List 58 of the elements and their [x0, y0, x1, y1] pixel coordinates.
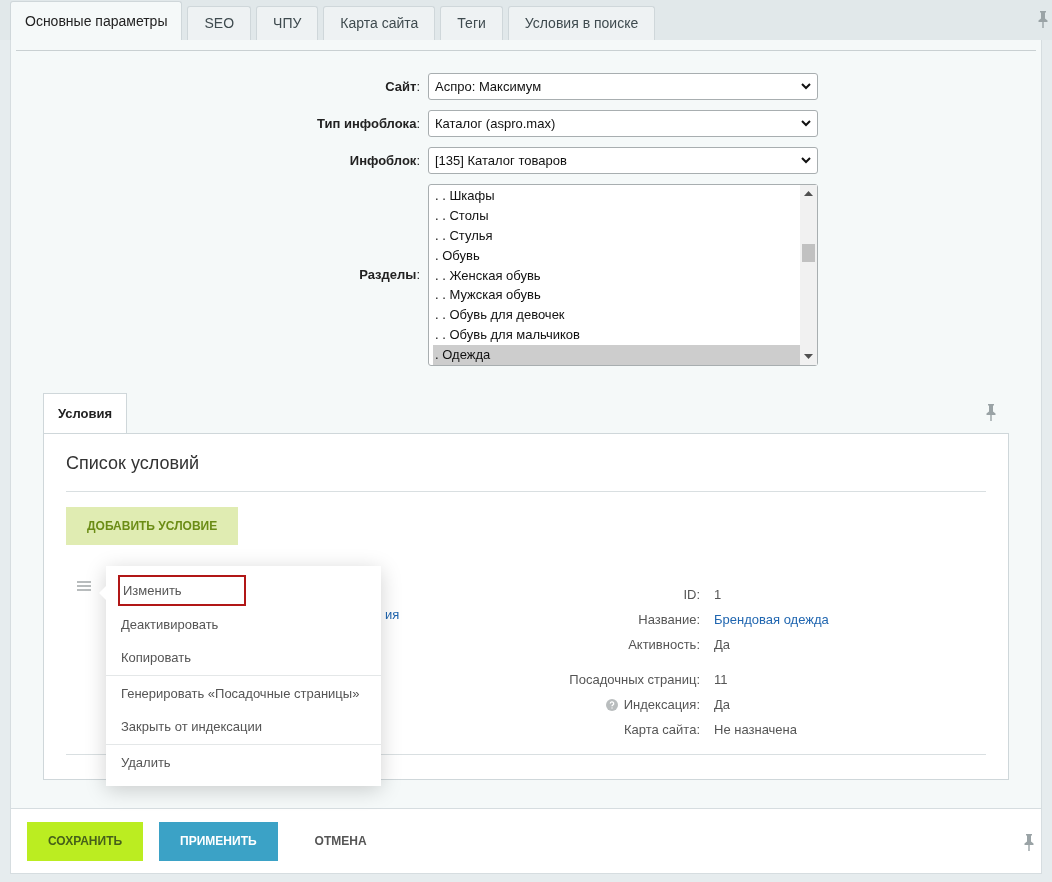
pin-icon[interactable]	[986, 403, 996, 421]
save-button[interactable]: СОХРАНИТЬ	[27, 821, 144, 861]
menu-item[interactable]: Удалить	[118, 747, 174, 778]
field-label: Тип инфоблока:	[317, 115, 420, 131]
list-option[interactable]: . . Стулья	[433, 225, 800, 246]
chevron-down-icon	[801, 120, 811, 127]
list-option[interactable]: . Одежда	[433, 345, 800, 365]
menu-item[interactable]: Изменить	[118, 575, 246, 606]
scroll-down-icon[interactable]	[804, 354, 813, 359]
list-option[interactable]: . . Мужская обувь	[433, 285, 800, 306]
scroll-thumb[interactable]	[802, 244, 815, 262]
select-field[interactable]: Каталог (aspro.max)	[428, 110, 818, 137]
menu-item[interactable]: Деактивировать	[118, 609, 222, 640]
tab[interactable]: Теги	[440, 6, 503, 40]
chevron-down-icon	[801, 157, 811, 164]
menu-item[interactable]: Закрыть от индексации	[118, 711, 265, 742]
detail-value: 1	[714, 585, 722, 604]
menu-icon[interactable]	[77, 581, 91, 591]
field-label: Разделы:	[359, 267, 420, 283]
tab[interactable]: ЧПУ	[256, 6, 319, 40]
list-option[interactable]: . . Женская обувь	[433, 265, 800, 286]
select-field[interactable]: [135] Каталог товаров	[428, 147, 818, 174]
cancel-button[interactable]: ОТМЕНА	[293, 821, 388, 861]
detail-value: 11	[714, 670, 728, 689]
scrollbar[interactable]	[800, 185, 817, 365]
tab[interactable]: Карта сайта	[323, 6, 436, 40]
help-icon[interactable]	[605, 698, 618, 711]
menu-item[interactable]: Копировать	[118, 642, 194, 673]
detail-label: Карта сайта:	[623, 720, 700, 739]
chevron-down-icon	[801, 83, 811, 90]
field-label: Сайт:	[385, 78, 420, 94]
detail-value: Да	[714, 635, 731, 654]
list-option[interactable]: . Обувь	[433, 245, 800, 266]
select-field[interactable]: Аспро: Максимум	[428, 73, 818, 100]
menu-item[interactable]: Генерировать «Посадочные страницы»	[118, 678, 363, 709]
list-option[interactable]: . . Шкафы	[433, 186, 800, 206]
section-title: Список условий	[66, 434, 986, 492]
pin-icon[interactable]	[1038, 10, 1048, 28]
detail-label: ID:	[683, 585, 700, 604]
tab[interactable]: SEO	[187, 6, 252, 40]
pin-icon[interactable]	[1024, 833, 1034, 851]
link-text[interactable]: ия	[385, 605, 400, 625]
detail-label: Посадочных страниц:	[569, 670, 700, 689]
detail-label: Активность:	[628, 635, 700, 654]
field-label: Инфоблок:	[349, 152, 420, 168]
list-option[interactable]: . . Обувь для мальчиков	[433, 325, 800, 346]
detail-value: Не назначена	[714, 720, 797, 739]
detail-label: Название:	[638, 610, 700, 629]
tab[interactable]: Основные параметры	[10, 1, 183, 41]
name-link[interactable]: Брендовая одежда	[714, 609, 829, 630]
list-option[interactable]: . . Обувь для девочек	[433, 305, 800, 326]
tab[interactable]: Условия в поиске	[507, 6, 656, 40]
detail-label: Индексация:	[623, 695, 700, 714]
detail-value: Да	[714, 695, 731, 714]
list-option[interactable]: . . Столы	[433, 205, 800, 226]
tab[interactable]: Условия	[43, 393, 128, 434]
scroll-up-icon[interactable]	[804, 191, 813, 196]
section-listbox[interactable]: . . Шкафы . . Столы . . Стулья . Обувь . . Женская обувь . . Мужская обувь . . Обувь для девочек . . Обувь для мальчиков . Одежда	[428, 184, 818, 366]
